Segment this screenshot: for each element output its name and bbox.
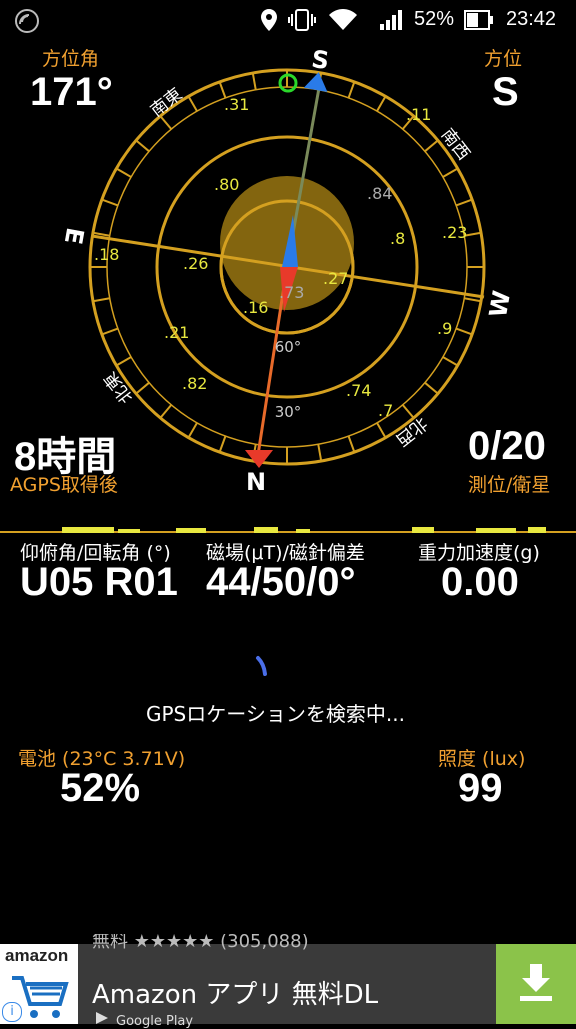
satellite-label: .84 [367, 184, 392, 203]
magnetic-value: 44/50/0° [206, 560, 356, 604]
satellite-label: .82 [182, 374, 207, 393]
gravity-value: 0.00 [441, 560, 519, 604]
dial-tick [347, 81, 356, 99]
dial-tick [424, 139, 439, 153]
tilt-value: U05 R01 [20, 560, 178, 604]
dial-tick [159, 404, 173, 419]
elevation-60: 60° [275, 338, 302, 356]
satellite-count-label: 測位/衛星 [468, 474, 551, 496]
dial-tick [455, 198, 473, 207]
download-icon [520, 964, 552, 1001]
loading-spinner-icon [256, 656, 267, 676]
dial-tick [376, 95, 387, 112]
clock: 23:42 [506, 8, 557, 30]
satellite-label: .23 [442, 223, 467, 242]
lux-value: 99 [458, 766, 503, 810]
dial-tick [442, 356, 459, 367]
dial-tick [401, 404, 415, 419]
signal-icon [380, 10, 402, 30]
ad-banner[interactable]: amazon 無料 ★★★★★ (305,088) Amazon アプリ 無料D… [0, 934, 576, 1029]
satellite-label: .73 [279, 283, 304, 302]
wifi-icon [329, 9, 357, 30]
satellite-label: .31 [224, 95, 249, 114]
dial-tick [376, 422, 387, 439]
dial-tick [187, 95, 198, 112]
dial-tick [464, 297, 482, 303]
battery-value: 52% [60, 766, 141, 810]
alert-icon [15, 9, 39, 33]
satellite-label: .11 [406, 105, 431, 124]
location-icon [261, 9, 277, 31]
cardinal-east: E [59, 225, 89, 246]
dial-tick [115, 167, 132, 178]
satellite-label: .21 [164, 323, 189, 342]
satellite-label: .26 [183, 254, 208, 273]
agps-time-label: AGPS取得後 [10, 474, 118, 496]
dial-tick [115, 356, 132, 367]
gps-status-text: GPSロケーションを検索中... [146, 702, 405, 726]
satellite-label: .74 [346, 381, 371, 400]
battery-icon [464, 10, 493, 30]
satellite-label: .27 [323, 269, 348, 288]
ad-title[interactable]: Amazon アプリ 無料DL [92, 974, 378, 1011]
vibrate-icon [288, 9, 316, 31]
dial-tick [92, 297, 110, 303]
dial-tick [187, 422, 198, 439]
intercardinal-se: 南東 [147, 84, 186, 121]
dial-tick [455, 327, 473, 336]
amazon-logo-text: amazon [5, 946, 69, 965]
dial-tick [347, 435, 356, 453]
satellite-label: .7 [378, 401, 393, 420]
dial-tick [135, 381, 150, 395]
download-button[interactable] [496, 944, 576, 1024]
dial-tick [101, 327, 119, 336]
satellite-signal-strip [0, 527, 576, 533]
cardinal-south: S [310, 45, 331, 75]
elevation-30: 30° [275, 403, 302, 421]
play-store-icon [96, 1012, 108, 1024]
dial-tick [424, 381, 439, 395]
dial-tick [442, 167, 459, 178]
dial-tick [218, 435, 227, 453]
satellite-count-value: 0/20 [468, 424, 546, 468]
dial-tick [251, 72, 257, 90]
dial-tick [317, 444, 323, 462]
satellite-label: .8 [390, 229, 405, 248]
status-bar: 52% 23:42 [0, 0, 576, 40]
dial-tick [135, 139, 150, 153]
dial-tick [101, 198, 119, 207]
satellite-label: .80 [214, 175, 239, 194]
cardinal-west: W [484, 289, 516, 320]
battery-percent: 52% [414, 8, 455, 30]
satellite-label: .16 [243, 298, 268, 317]
ad-store: Google Play [116, 1014, 194, 1029]
cardinal-north: N [246, 468, 266, 496]
satellite-label: .18 [94, 245, 119, 264]
info-icon[interactable]: i [2, 1002, 22, 1022]
satellite-label: .9 [437, 319, 452, 338]
ad-rating-partial: 無料 ★★★★★ (305,088) [92, 934, 309, 950]
